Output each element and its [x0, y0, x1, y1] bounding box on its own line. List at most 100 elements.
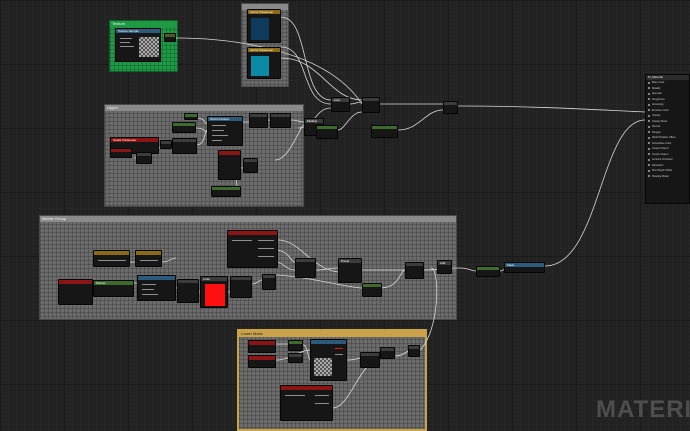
pin-icon — [648, 147, 650, 150]
panner-node[interactable] — [172, 138, 197, 154]
pin-label-line — [212, 125, 226, 126]
constant-node-green-5[interactable] — [362, 283, 382, 297]
lerp-node-middle[interactable] — [405, 262, 424, 279]
output-pin-shading-model[interactable]: Shading Model — [646, 174, 689, 180]
comment-title-lower: Lower Mask — [239, 331, 425, 337]
pin-label-line — [258, 248, 274, 249]
pin-icon — [648, 98, 650, 100]
constant-node-green-6[interactable] — [476, 266, 500, 277]
multiply-node-upper[interactable] — [136, 152, 152, 164]
saturate-header — [409, 346, 419, 349]
saturate-node-middle[interactable] — [262, 274, 276, 290]
red-color-header: Color — [201, 277, 227, 281]
constant-green-header — [477, 267, 499, 270]
pin-label-line — [142, 294, 158, 295]
pin-label-line — [120, 42, 130, 43]
vector-param-node-1[interactable]: Vector Parameter — [247, 9, 281, 43]
power-node-middle[interactable]: Power — [338, 258, 362, 283]
pin-icon — [648, 153, 650, 155]
saturate-node-upper[interactable] — [211, 186, 241, 197]
pin-label-line — [120, 46, 134, 47]
mask-node-output[interactable]: Mask — [504, 262, 545, 273]
pin-label-line — [232, 240, 252, 241]
world-position-node-middle[interactable] — [137, 275, 176, 301]
color-swatch-dark-blue — [251, 18, 269, 40]
vector-param-node-2[interactable]: Vector Parameter — [247, 47, 281, 79]
constant-green-header — [317, 126, 337, 129]
multiply-header — [289, 354, 302, 357]
scalar-param-header — [228, 231, 277, 235]
multiply-node-middle[interactable] — [177, 279, 199, 303]
value-line — [140, 260, 158, 261]
multiply-node-lower[interactable] — [288, 353, 303, 363]
texture-output-header — [165, 34, 175, 37]
scalar-param-node-middle-2[interactable] — [227, 230, 278, 268]
add-node-lower[interactable] — [380, 347, 395, 359]
multiply-header: Multiply — [305, 119, 323, 123]
constant-node[interactable] — [110, 148, 132, 158]
panner-header — [173, 139, 196, 142]
world-position-node[interactable]: World Position — [207, 116, 243, 146]
pin-icon — [648, 120, 650, 122]
pin-icon — [648, 158, 650, 161]
panner-header: Panner — [94, 281, 133, 285]
multiply-node-upper-2[interactable] — [243, 158, 258, 173]
pin-icon — [648, 136, 650, 139]
constant-node-green-2[interactable] — [172, 122, 196, 133]
pin-label-line — [212, 140, 222, 141]
pin-label-line — [258, 240, 274, 241]
mask-header: Mask — [505, 263, 544, 267]
scalar-param-node-lower-2[interactable] — [248, 355, 276, 368]
value-line — [98, 260, 126, 261]
texture-sample-node-lower[interactable] — [310, 339, 347, 381]
append-header — [250, 114, 267, 117]
pin-label-line — [315, 395, 329, 396]
comment-title-middle: Middle Group — [40, 216, 456, 222]
add-header: Add — [438, 261, 451, 265]
pin-label-line — [335, 354, 343, 355]
constant-gold-header — [136, 251, 161, 255]
texcoord-header: Scalar Parameter — [111, 138, 158, 142]
pin-label-line — [142, 289, 154, 290]
scalar-param-header — [249, 356, 275, 360]
constant-node-gold-1[interactable] — [93, 250, 130, 267]
scalar-param-node-lower-3[interactable] — [280, 385, 333, 421]
append-node-middle[interactable] — [295, 258, 316, 278]
multiply-header — [178, 280, 198, 283]
material-output-node[interactable]: M_Material Base Color Metallic Specular … — [645, 74, 690, 204]
lerp-node-2[interactable] — [362, 97, 380, 113]
pin-icon — [648, 103, 650, 106]
red-color-node[interactable]: Color — [200, 276, 228, 308]
one-minus-node[interactable] — [230, 276, 252, 298]
add-header — [381, 348, 394, 351]
pin-icon — [648, 109, 650, 111]
constant-node-gold-2[interactable] — [135, 250, 162, 267]
append-node-upper[interactable] — [249, 113, 268, 128]
constant-node-green-3[interactable] — [316, 125, 338, 139]
constant-node-green-7[interactable] — [288, 340, 303, 351]
scalar-param-node-lower-1[interactable] — [248, 340, 276, 353]
constant-node-green-1[interactable] — [184, 113, 198, 120]
texture-output-node[interactable] — [164, 33, 176, 42]
lerp-node-3[interactable] — [443, 101, 458, 114]
lerp-header: Lerp — [332, 98, 349, 102]
scalar-param-node-middle[interactable] — [58, 279, 93, 305]
texture-thumbnail — [314, 358, 332, 376]
texture-sample-node[interactable]: Texture Sample — [115, 28, 161, 62]
multiply-header — [244, 159, 257, 162]
saturate-node-lower[interactable] — [408, 345, 420, 357]
lerp-node-lower[interactable] — [360, 352, 380, 368]
constant-gold-header — [94, 251, 129, 255]
const-values-node-upper[interactable] — [270, 113, 291, 128]
constant-node-green-4[interactable] — [371, 125, 398, 138]
constant-header — [111, 149, 131, 152]
lerp-node-1[interactable]: Lerp — [331, 97, 350, 112]
panner-node-middle[interactable]: Panner — [93, 280, 134, 297]
pin-icon — [648, 125, 650, 128]
pin-icon — [648, 114, 650, 117]
saturate-header — [212, 187, 240, 190]
add-node-middle[interactable]: Add — [437, 260, 452, 274]
world-position-header — [138, 276, 175, 280]
scalar-param-node-upper[interactable] — [218, 150, 241, 180]
add-node-upper[interactable] — [160, 140, 172, 149]
